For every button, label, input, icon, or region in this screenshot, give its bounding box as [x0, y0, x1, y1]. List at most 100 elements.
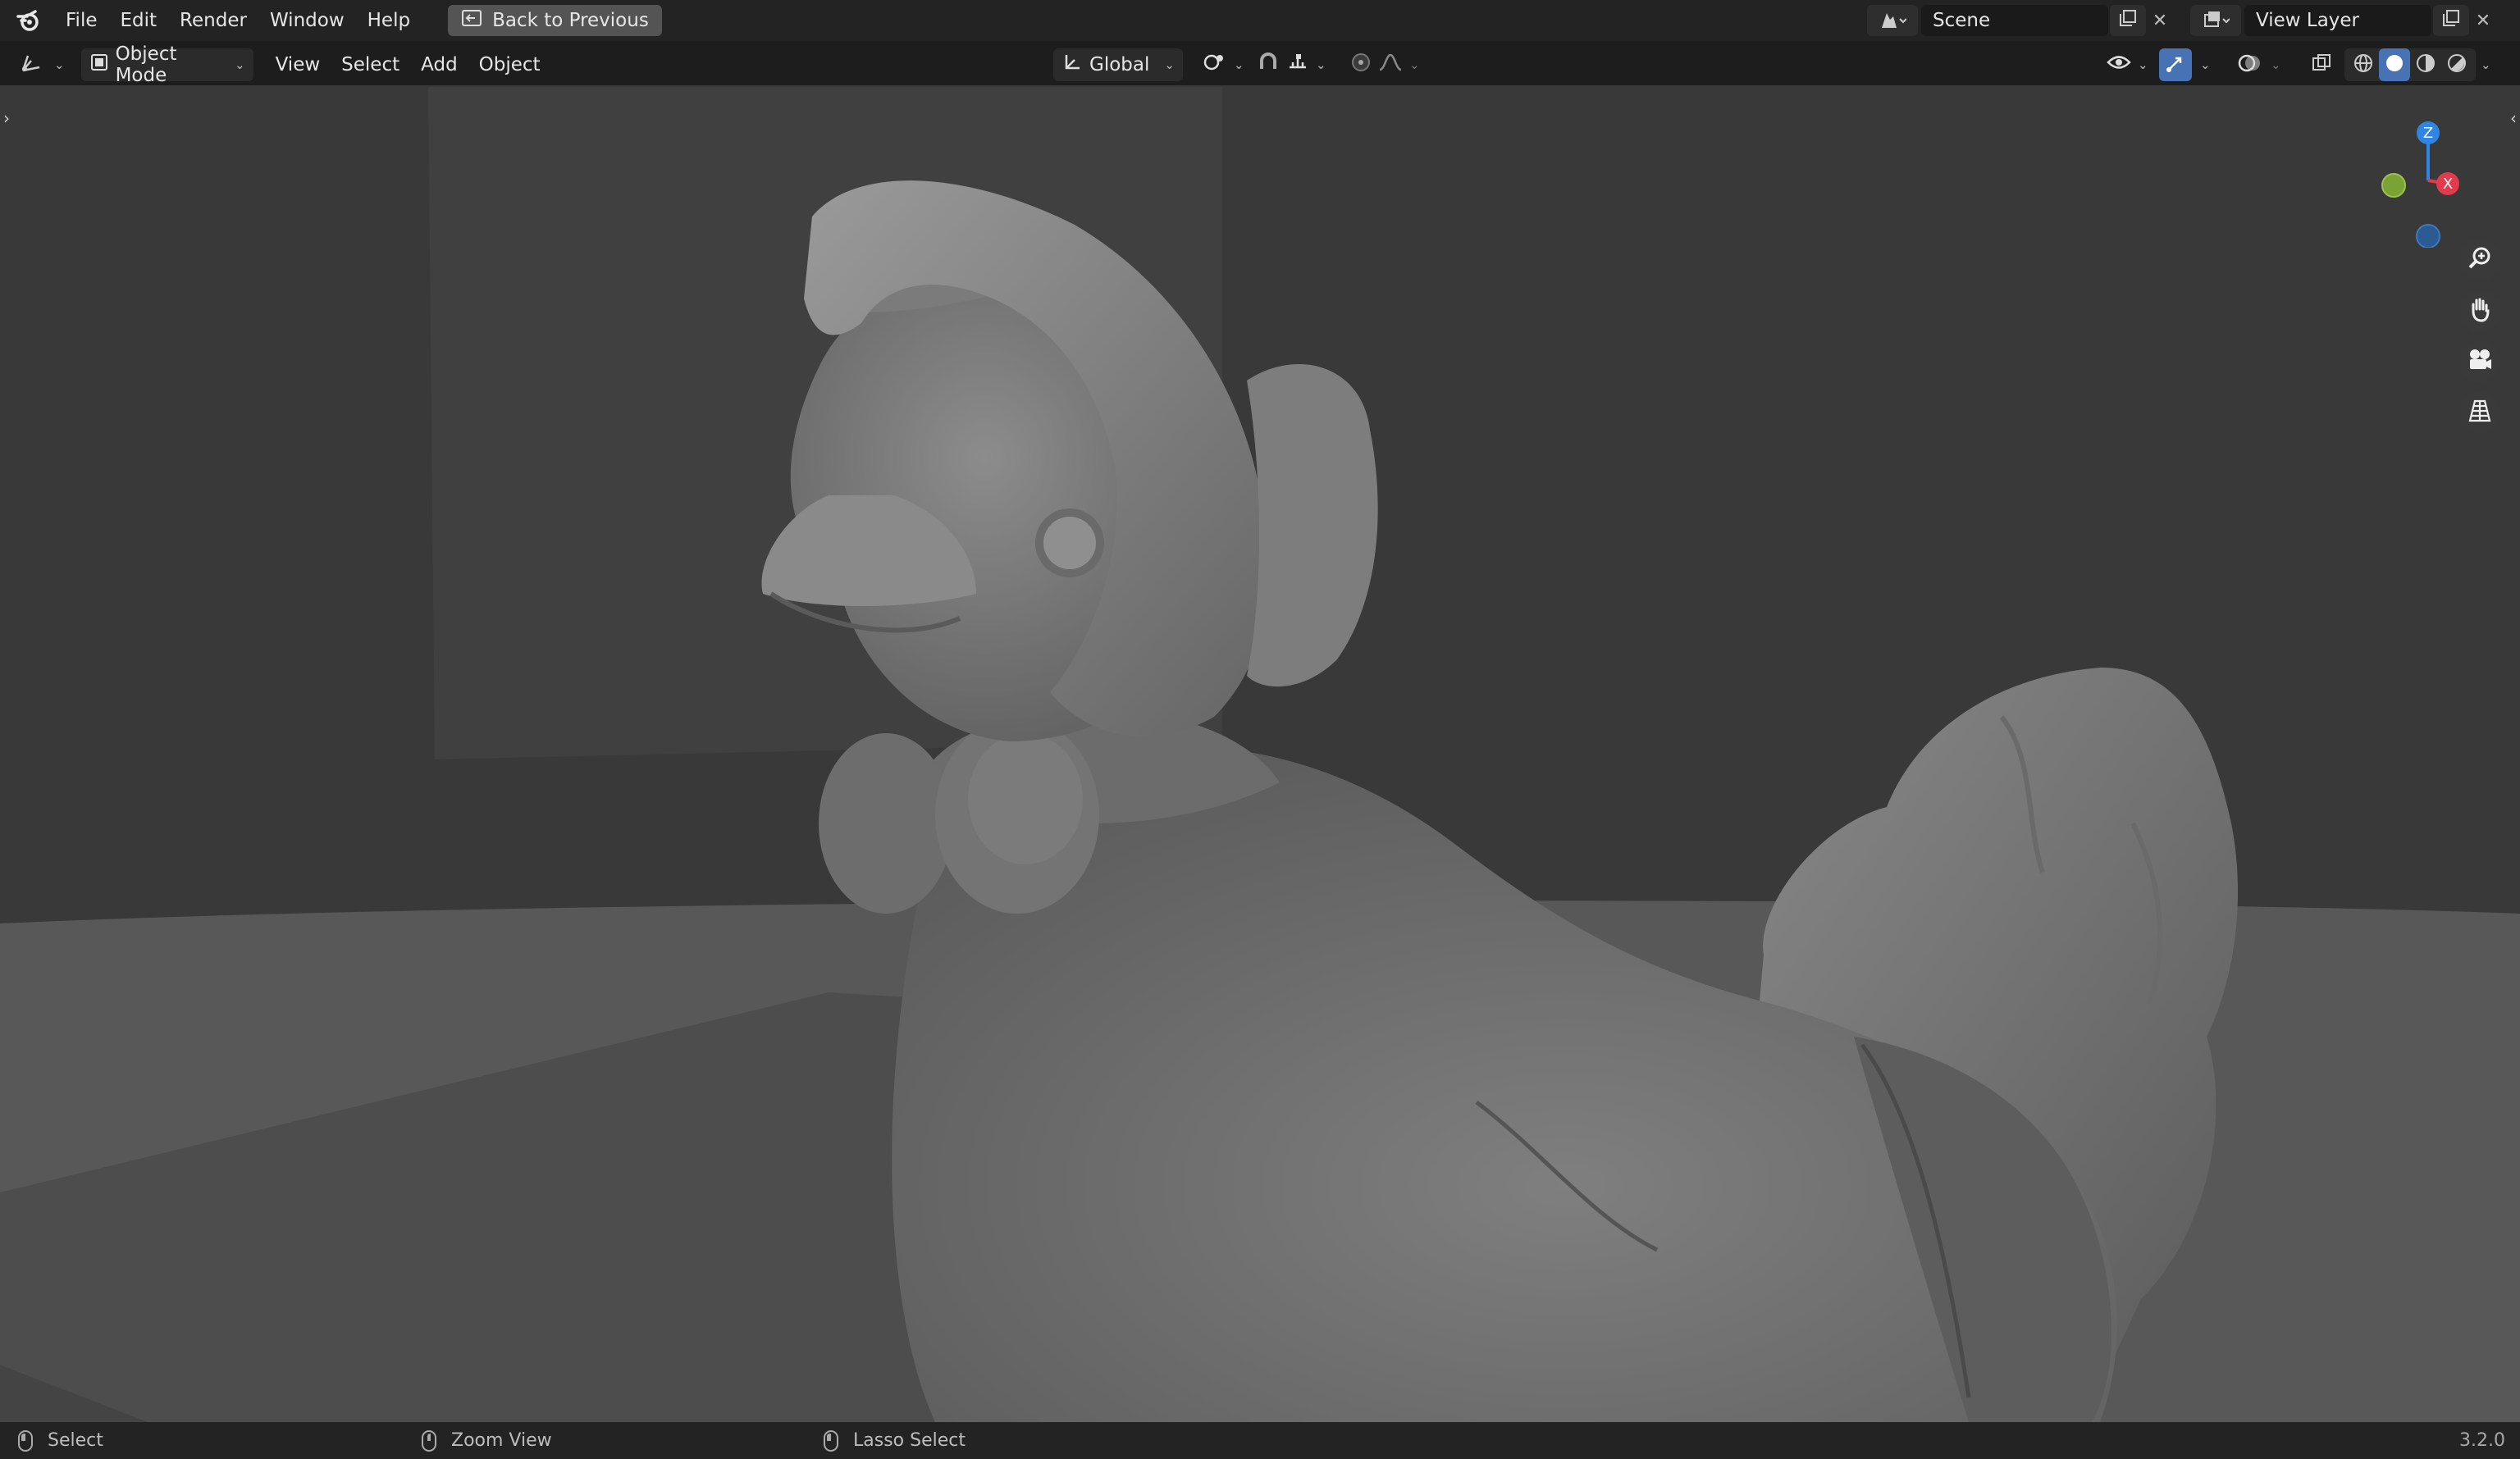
top-menu-bar: File Edit Render Window Help Back to Pre…	[0, 0, 2520, 41]
close-icon: ✕	[2152, 10, 2168, 31]
rendered-sphere-icon	[2446, 52, 2468, 77]
object-mode-icon	[89, 52, 109, 77]
pivot-point-icon	[1203, 52, 1227, 78]
chevron-down-icon: ⌄	[235, 57, 245, 72]
rendered-shading-button[interactable]	[2441, 48, 2472, 81]
editor-type-button[interactable]: ⌄	[11, 48, 73, 81]
mode-label: Object Mode	[115, 43, 177, 86]
view3d-editor-icon	[20, 51, 48, 79]
mouse-middle-icon	[422, 1429, 436, 1452]
camera-view-icon	[2466, 347, 2494, 376]
chevron-down-icon[interactable]: ⌄	[2271, 57, 2281, 72]
chevron-down-icon: ⌄	[1164, 57, 1175, 72]
zoom-button[interactable]	[2459, 239, 2500, 280]
viewport-scene	[0, 85, 2520, 1422]
pivot-point-button[interactable]: ⌄	[1194, 48, 1253, 81]
snap-toggle[interactable]: ⌄	[1249, 48, 1335, 81]
scene-browse-button[interactable]	[1867, 5, 1918, 36]
menu-window[interactable]: Window	[258, 0, 356, 41]
solid-sphere-icon	[2384, 52, 2405, 77]
orientation-axes-icon	[1061, 52, 1083, 78]
status-select-hint: Select	[18, 1429, 103, 1452]
sidebar-expand-icon[interactable]: ‹	[2510, 108, 2517, 128]
falloff-curve-icon	[1378, 52, 1403, 78]
gizmo-icon	[2164, 52, 2187, 78]
perspective-grid-icon	[2467, 398, 2493, 427]
back-icon	[461, 9, 482, 32]
zoom-hint-label: Zoom View	[451, 1430, 552, 1451]
menu-object[interactable]: Object	[468, 54, 551, 75]
duplicate-icon	[2442, 9, 2460, 32]
proportional-editing-toggle[interactable]: ⌄	[1342, 48, 1428, 81]
blender-logo-icon[interactable]	[11, 4, 44, 37]
magnet-snap-icon	[1257, 51, 1280, 79]
toolbar-expand-icon[interactable]: ›	[3, 108, 10, 128]
menu-view[interactable]: View	[265, 54, 331, 75]
status-bar: Select Zoom View Lasso Select 3.2.0	[0, 1422, 2520, 1459]
snap-increment-icon	[1286, 51, 1309, 79]
overlays-icon	[2237, 51, 2262, 79]
menu-add[interactable]: Add	[410, 54, 468, 75]
axis-y-handle	[2381, 173, 2406, 198]
view-layer-browse-button[interactable]	[2190, 5, 2241, 36]
close-icon: ✕	[2475, 10, 2491, 31]
version-label: 3.2.0	[2459, 1430, 2505, 1451]
menu-select[interactable]: Select	[331, 54, 410, 75]
eye-icon	[2107, 52, 2131, 78]
gizmo-toggle[interactable]	[2159, 48, 2192, 81]
xray-toggle[interactable]	[2305, 48, 2338, 81]
xray-icon	[2311, 52, 2332, 77]
mouse-left-icon	[18, 1429, 33, 1452]
status-zoom-hint: Zoom View	[422, 1429, 552, 1452]
material-sphere-icon	[2415, 52, 2436, 77]
delete-scene-button[interactable]: ✕	[2146, 5, 2174, 36]
new-view-layer-button[interactable]	[2433, 5, 2469, 36]
view-layer-selector: View Layer ✕	[2190, 5, 2497, 36]
scene-selector: Scene ✕	[1867, 5, 2174, 36]
orientation-label: Global	[1089, 54, 1150, 75]
menu-help[interactable]: Help	[356, 0, 422, 41]
perspective-toggle-button[interactable]	[2459, 392, 2500, 433]
back-to-previous-button[interactable]: Back to Previous	[448, 5, 662, 36]
navigation-gizmo[interactable]: Z X	[2364, 100, 2487, 248]
axis-x-label: X	[2443, 176, 2453, 193]
axis-neg-z-handle	[2416, 224, 2440, 248]
camera-view-button[interactable]	[2459, 341, 2500, 382]
chevron-down-icon: ⌄	[1409, 57, 1420, 72]
new-scene-button[interactable]	[2110, 5, 2146, 36]
menu-render[interactable]: Render	[168, 0, 258, 41]
pan-hand-icon	[2467, 296, 2493, 326]
mouse-right-icon	[824, 1429, 838, 1452]
duplicate-icon	[2119, 9, 2137, 32]
view-layer-name-field[interactable]: View Layer	[2244, 5, 2431, 36]
wireframe-icon	[2353, 52, 2374, 77]
select-hint-label: Select	[48, 1430, 103, 1451]
chevron-down-icon: ⌄	[54, 57, 65, 72]
zoom-icon	[2467, 245, 2493, 275]
transform-orientation-selector[interactable]: Global ⌄	[1053, 48, 1183, 81]
mode-selector[interactable]: Object Mode ⌄	[80, 43, 253, 86]
menu-edit[interactable]: Edit	[109, 0, 169, 41]
menu-file[interactable]: File	[54, 0, 109, 41]
3d-viewport[interactable]: › ‹ Z X	[0, 85, 2520, 1422]
scene-name-field[interactable]: Scene	[1921, 5, 2108, 36]
status-lasso-hint: Lasso Select	[824, 1429, 966, 1452]
chevron-down-icon[interactable]: ⌄	[2200, 57, 2211, 72]
lasso-hint-label: Lasso Select	[853, 1430, 966, 1451]
chevron-down-icon: ⌄	[2138, 57, 2148, 72]
material-preview-button[interactable]	[2410, 48, 2441, 81]
object-visibility-button[interactable]: ⌄	[2098, 48, 2157, 81]
back-to-previous-label: Back to Previous	[492, 10, 649, 31]
delete-view-layer-button[interactable]: ✕	[2469, 5, 2497, 36]
solid-shading-button[interactable]	[2379, 48, 2410, 81]
chevron-down-icon: ⌄	[1234, 57, 1244, 72]
axis-z-label: Z	[2423, 125, 2433, 142]
wireframe-shading-button[interactable]	[2348, 48, 2379, 81]
overlays-toggle[interactable]	[2233, 48, 2266, 81]
proportional-editing-icon	[1350, 52, 1372, 78]
chevron-down-icon: ⌄	[1316, 57, 1326, 72]
viewport-header: ⌄ Object Mode ⌄ View Select Add Object G…	[0, 43, 2520, 86]
chevron-down-icon[interactable]: ⌄	[2481, 57, 2491, 72]
shading-mode-group	[2344, 48, 2476, 81]
pan-button[interactable]	[2459, 290, 2500, 331]
